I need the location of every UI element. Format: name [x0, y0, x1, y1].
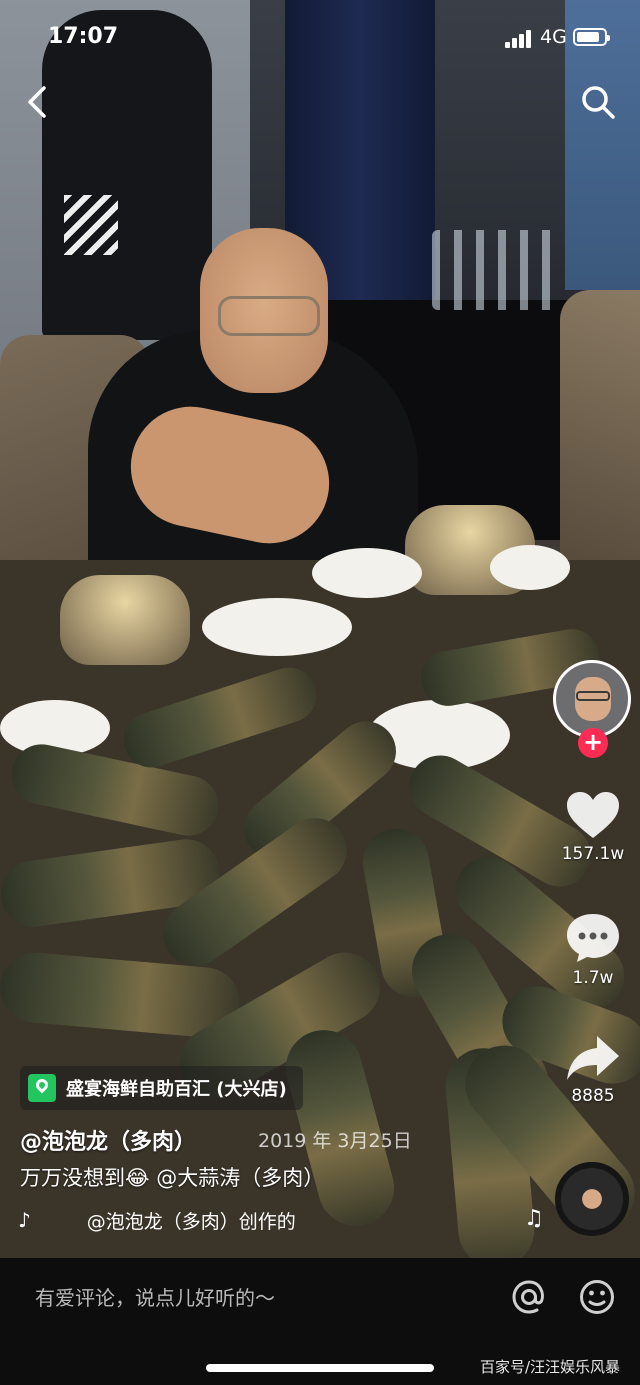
location-name: 盛宴海鲜自助百汇 (大兴店) [66, 1079, 287, 1100]
home-indicator[interactable] [206, 1364, 434, 1372]
creator-avatar[interactable] [553, 660, 631, 738]
share-button[interactable]: 8885 [560, 1034, 626, 1106]
emoji-icon[interactable] [578, 1278, 616, 1316]
follow-button[interactable]: + [578, 728, 608, 758]
music-title: @泡泡龙（多肉）创作的 [86, 1210, 296, 1233]
back-arrow-icon[interactable] [22, 84, 54, 120]
person-glasses [218, 296, 320, 336]
chair-right [560, 290, 640, 570]
share-arrow-icon [567, 1036, 619, 1080]
battery-icon [573, 28, 610, 46]
status-time: 17:07 [48, 24, 119, 49]
watermark: 百家号/汪汪娱乐风暴 [480, 1358, 621, 1376]
heart-icon [567, 792, 619, 838]
status-bar: 17:07 4G [0, 0, 640, 76]
post-date: 2019 年 3月25日 [258, 1130, 412, 1152]
location-tag[interactable]: 盛宴海鲜自助百汇 (大兴店) [20, 1066, 303, 1110]
plate [490, 545, 570, 590]
coat-pattern [64, 195, 118, 255]
battery-level [577, 32, 599, 42]
music-disc[interactable] [555, 1162, 629, 1236]
like-button[interactable]: 157.1w [560, 790, 626, 864]
network-type: 4G [540, 26, 567, 48]
plate [312, 548, 422, 598]
like-count: 157.1w [561, 844, 625, 864]
comment-count: 1.7w [572, 968, 614, 988]
signal-icon [505, 30, 535, 48]
tiktok-logo-icon: ♪ [18, 1208, 31, 1232]
comment-input[interactable]: 有爱评论，说点儿好听的～ [35, 1282, 275, 1311]
mention-icon[interactable] [510, 1278, 548, 1316]
search-icon[interactable] [580, 84, 616, 120]
location-pin-icon [28, 1074, 56, 1102]
wine-glasses [432, 230, 562, 310]
music-note-icon: ♫ [524, 1206, 544, 1231]
hotpot-left [60, 575, 190, 665]
author-handle[interactable]: @泡泡龙（多肉） [20, 1124, 196, 1156]
avatar-glasses [576, 691, 610, 701]
music-row[interactable]: ♪ @泡泡龙（多肉）创作的 [18, 1206, 338, 1234]
comment-button[interactable]: 1.7w [560, 912, 626, 988]
comment-bubble-icon [567, 914, 619, 962]
share-count: 8885 [571, 1086, 615, 1106]
plate [202, 598, 352, 656]
video-caption[interactable]: 万万没想到😂 @大蒜涛（多肉） [20, 1162, 324, 1192]
